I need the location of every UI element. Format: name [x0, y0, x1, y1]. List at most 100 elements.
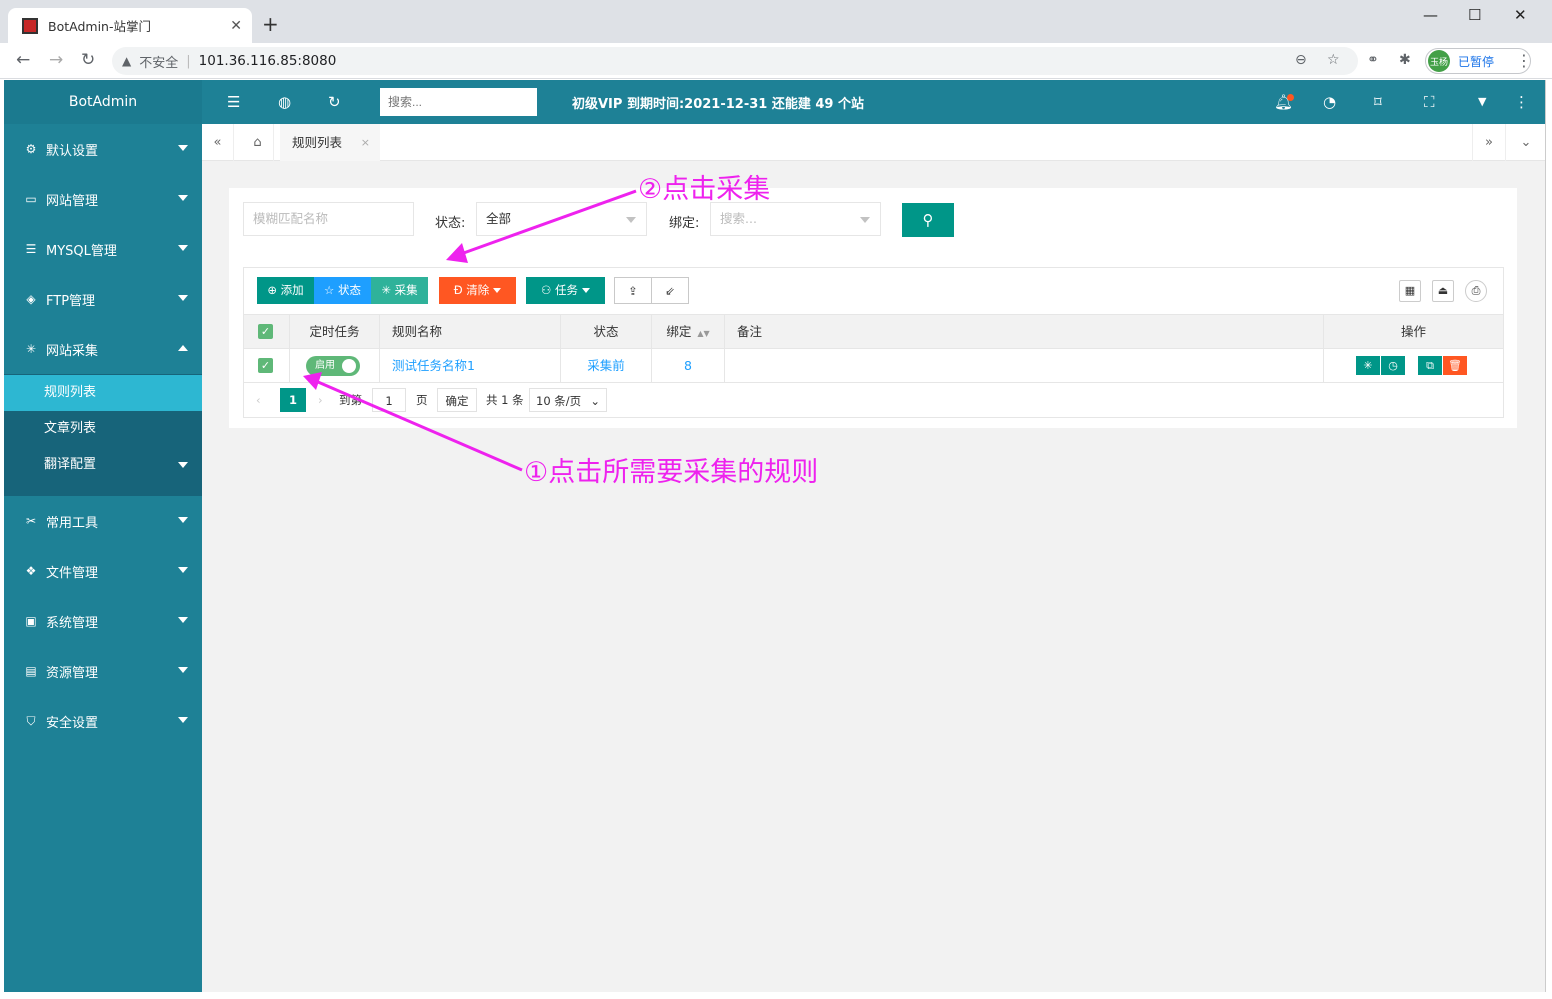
collect-submenu: 规则列表 文章列表 翻译配置 [4, 374, 202, 496]
status-button[interactable]: ☆ 状态 [314, 277, 371, 304]
maximize-button[interactable]: ☐ [1468, 6, 1481, 24]
page-input[interactable]: 1 [372, 388, 406, 412]
sidebar-item-label: 默认设置 [46, 143, 99, 159]
browser-menu-icon[interactable]: ⋮ [1516, 51, 1532, 70]
bind-select[interactable]: 搜索... [710, 202, 881, 236]
chevron-down-icon [178, 295, 188, 301]
back-icon[interactable]: ← [16, 50, 30, 70]
collect-button[interactable]: ✳ 采集 [371, 277, 428, 304]
table-row[interactable]: ✓ 启用 测试任务名称1 采集前 8 ✳ ◷ ⧉ 🗑︎ [244, 349, 1503, 383]
browser-tab[interactable]: BotAdmin-站掌门 ✕ [8, 8, 252, 43]
sidebar-item-ftp[interactable]: ◈ FTP管理 [4, 274, 202, 324]
per-page-select[interactable]: 10 条/页 ⌄ [529, 388, 607, 412]
sort-icon[interactable]: ▲▼ [697, 317, 709, 351]
rule-name-link[interactable]: 测试任务名称1 [380, 349, 561, 383]
chevron-down-icon [860, 217, 870, 223]
tag-icon[interactable]: ⌑ [1374, 93, 1382, 111]
tabs-scroll-right-icon[interactable]: » [1472, 124, 1506, 161]
tab-close-icon[interactable]: × [361, 124, 370, 161]
new-tab-button[interactable]: + [262, 12, 279, 36]
tab-rule-list[interactable]: 规则列表 × [280, 124, 380, 161]
add-button[interactable]: ⊕ 添加 [257, 277, 314, 304]
forward-icon[interactable]: → [49, 50, 63, 70]
download-icon[interactable]: ⏏ [1432, 280, 1454, 302]
sidebar-item-label: FTP管理 [46, 293, 96, 309]
rule-bind[interactable]: 8 [652, 349, 725, 383]
header-bind-label: 绑定 [666, 324, 692, 339]
status-select[interactable]: 全部 [476, 202, 647, 236]
url-field[interactable]: ▲ 不安全 | 101.36.116.85:8080 [112, 47, 1358, 75]
home-icon[interactable]: ⌂ [242, 124, 274, 161]
globe-icon[interactable]: ◍ [278, 93, 291, 111]
row-select-cell: ✓ [244, 349, 290, 383]
page-current[interactable]: 1 [280, 388, 306, 412]
menu-toggle-icon[interactable]: ☰ [227, 93, 240, 111]
system-icon: ▣ [25, 614, 37, 628]
select-all-cell: ✓ [244, 315, 290, 349]
sidebar-item-security[interactable]: ⛉ 安全设置 [4, 696, 202, 746]
import-icon: ⇙ [665, 284, 675, 298]
import-button[interactable]: ⇙ [651, 277, 689, 304]
window-bottom-edge [0, 992, 1552, 999]
clear-button[interactable]: Ð 清除 [439, 277, 516, 304]
prev-page-icon[interactable]: ‹ [256, 388, 261, 412]
row-collect-icon[interactable]: ✳ [1356, 356, 1380, 375]
zoom-icon[interactable]: ⊖ [1295, 52, 1307, 68]
export-button[interactable]: ⇪ [614, 277, 652, 304]
sidebar-item-files[interactable]: ❖ 文件管理 [4, 546, 202, 596]
page-confirm-button[interactable]: 确定 [437, 388, 477, 412]
row-copy-icon[interactable]: ⧉ [1418, 356, 1442, 375]
task-button[interactable]: ⚇ 任务 [526, 277, 605, 304]
export-icon: ⇪ [628, 284, 638, 298]
sidebar-item-mysql[interactable]: ☰ MYSQL管理 [4, 224, 202, 274]
chevron-down-icon [178, 195, 188, 201]
sidebar-item-label: 网站采集 [46, 343, 99, 359]
sidebar-item-rule-list[interactable]: 规则列表 [4, 375, 202, 411]
bookmark-star-icon[interactable]: ☆ [1327, 52, 1340, 68]
header-bind[interactable]: 绑定 ▲▼ [652, 315, 725, 349]
next-page-icon[interactable]: › [318, 388, 323, 412]
sidebar-item-tools[interactable]: ✂ 常用工具 [4, 496, 202, 546]
window-close-button[interactable]: ✕ [1514, 6, 1527, 24]
more-icon[interactable]: ⋮ [1514, 93, 1529, 111]
extensions-puzzle-icon[interactable]: ✱ [1399, 52, 1411, 68]
row-delete-icon[interactable]: 🗑︎ [1443, 356, 1467, 375]
insecure-label: 不安全 [139, 55, 179, 71]
chevron-down-icon [178, 667, 188, 673]
table-header: ✓ 定时任务 规则名称 状态 绑定 ▲▼ 备注 操作 [244, 315, 1503, 349]
plus-circle-icon: ⊕ [267, 283, 277, 297]
sidebar-item-resources[interactable]: ▤ 资源管理 [4, 646, 202, 696]
row-schedule-icon[interactable]: ◷ [1381, 356, 1405, 375]
select-all-checkbox[interactable]: ✓ [258, 324, 273, 339]
columns-icon[interactable]: ▦ [1399, 280, 1421, 302]
per-page-value: 10 条/页 [536, 394, 582, 408]
user-dropdown-icon[interactable]: ▼ [1478, 95, 1486, 108]
name-filter-input[interactable]: 模糊匹配名称 [243, 202, 414, 236]
dashboard-icon[interactable]: ◔ [1323, 93, 1336, 111]
row-timer-cell: 启用 [290, 349, 380, 383]
refresh-icon[interactable]: ↻ [328, 93, 341, 111]
header-search-input[interactable] [380, 88, 537, 116]
rule-status[interactable]: 采集前 [561, 349, 652, 383]
sidebar-item-default-settings[interactable]: ⚙ 默认设置 [4, 124, 202, 174]
row-checkbox[interactable]: ✓ [258, 358, 273, 373]
sidebar-item-translate-config[interactable]: 翻译配置 [4, 447, 202, 483]
sidebar-item-article-list[interactable]: 文章列表 [4, 411, 202, 447]
timer-toggle[interactable]: 启用 [306, 356, 360, 376]
sidebar-item-label: 网站管理 [46, 193, 99, 209]
tab-close-icon[interactable]: ✕ [230, 18, 242, 34]
search-button[interactable]: ⚲ [902, 203, 954, 237]
sidebar-item-collect[interactable]: ✳ 网站采集 [4, 324, 202, 374]
sidebar-item-website[interactable]: ▭ 网站管理 [4, 174, 202, 224]
fullscreen-icon[interactable]: ⛶ [1424, 93, 1435, 111]
print-icon[interactable]: ⎙ [1465, 280, 1487, 302]
sidebar-item-system[interactable]: ▣ 系统管理 [4, 596, 202, 646]
tabs-scroll-left-icon[interactable]: « [202, 124, 234, 161]
minimize-button[interactable]: — [1423, 6, 1438, 24]
sidebar-item-label: MYSQL管理 [46, 243, 117, 259]
tabs-menu-icon[interactable]: ⌄ [1508, 124, 1544, 161]
reload-icon[interactable]: ↻ [81, 50, 95, 70]
extension-link-icon[interactable]: ⚭ [1367, 52, 1379, 68]
add-label: 添加 [280, 283, 304, 297]
clear-icon: Ð [453, 283, 463, 297]
